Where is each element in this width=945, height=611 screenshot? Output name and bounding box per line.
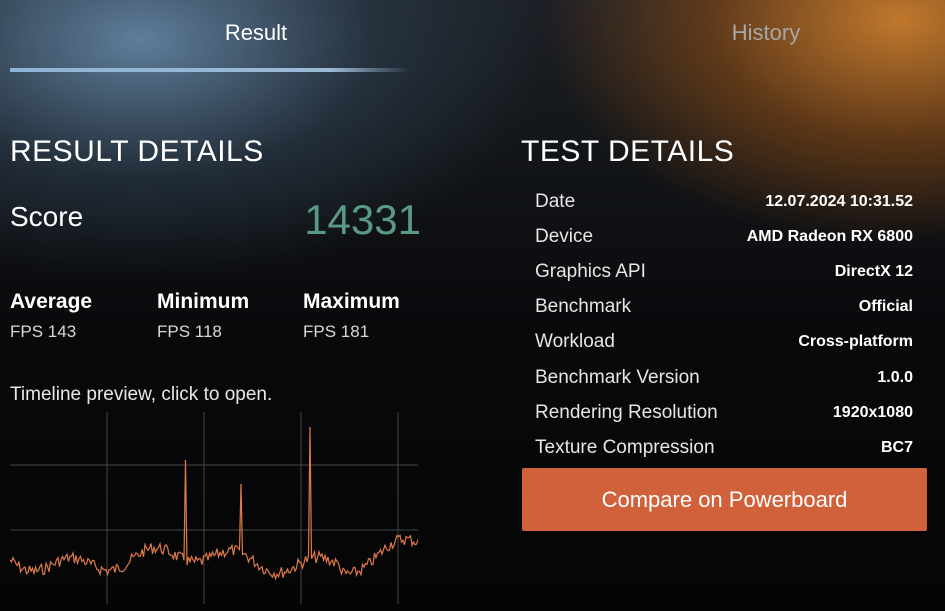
detail-row-workload: Workload Cross-platform <box>535 325 913 360</box>
stat-average: Average FPS 143 <box>10 290 92 342</box>
stat-maximum-value: FPS 181 <box>303 322 370 341</box>
detail-label: Benchmark Version <box>535 366 700 388</box>
score-label: Score <box>10 201 84 232</box>
stat-maximum-label: Maximum <box>303 290 400 313</box>
detail-label: Texture Compression <box>535 436 715 458</box>
detail-row-rendering-resolution: Rendering Resolution 1920x1080 <box>535 395 913 430</box>
stat-average-label: Average <box>10 290 93 313</box>
timeline-caption[interactable]: Timeline preview, click to open. <box>10 384 272 406</box>
detail-value: Official <box>858 298 913 316</box>
detail-row-benchmark: Benchmark Official <box>535 290 913 325</box>
detail-value: 1920x1080 <box>832 403 913 421</box>
stat-minimum: Minimum FPS 118 <box>157 290 249 342</box>
tab-result[interactable]: Result <box>20 18 492 48</box>
detail-value: 12.07.2024 10:31.52 <box>765 192 913 210</box>
detail-label: Device <box>535 225 594 247</box>
detail-label: Graphics API <box>535 260 646 282</box>
active-tab-underline <box>10 68 410 72</box>
detail-row-date: Date 12.07.2024 10:31.52 <box>535 184 913 219</box>
stat-minimum-value: FPS 118 <box>157 322 222 341</box>
tab-history[interactable]: History <box>530 18 945 48</box>
detail-row-device: Device AMD Radeon RX 6800 <box>535 219 913 254</box>
detail-value: AMD Radeon RX 6800 <box>746 227 913 245</box>
timeline-fps-line <box>10 426 418 581</box>
detail-value: BC7 <box>880 438 913 456</box>
score-value: 14331 <box>304 196 421 243</box>
detail-label: Rendering Resolution <box>535 401 718 423</box>
timeline-preview-chart[interactable] <box>10 412 418 604</box>
detail-value: DirectX 12 <box>834 262 913 280</box>
detail-row-benchmark-version: Benchmark Version 1.0.0 <box>535 360 913 395</box>
detail-label: Date <box>535 190 576 212</box>
test-details-list: Date 12.07.2024 10:31.52 Device AMD Rade… <box>535 184 913 466</box>
result-details-heading: RESULT DETAILS <box>10 135 264 168</box>
detail-value: 1.0.0 <box>877 368 913 386</box>
compare-on-powerboard-button[interactable]: Compare on Powerboard <box>522 468 927 531</box>
stat-maximum: Maximum FPS 181 <box>303 290 400 342</box>
detail-label: Workload <box>535 331 615 353</box>
stat-average-value: FPS 143 <box>10 322 77 341</box>
test-details-heading: TEST DETAILS <box>521 135 735 168</box>
detail-label: Benchmark <box>535 296 632 318</box>
detail-row-texture-compression: Texture Compression BC7 <box>535 430 913 465</box>
stat-minimum-label: Minimum <box>157 290 250 313</box>
detail-row-graphics-api: Graphics API DirectX 12 <box>535 254 913 289</box>
detail-value: Cross-platform <box>798 333 913 351</box>
